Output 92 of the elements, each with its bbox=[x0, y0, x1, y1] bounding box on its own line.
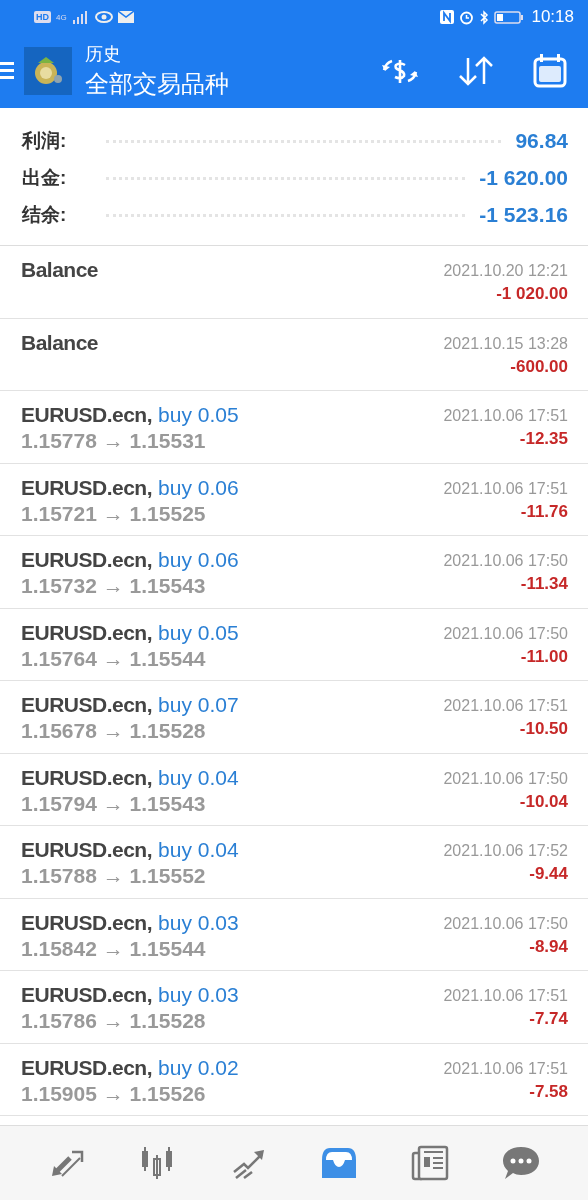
hd-icon: HD bbox=[34, 11, 51, 23]
deal-prices: 1.15678 → 1.15528 bbox=[21, 719, 207, 743]
deal-time: 2021.10.06 17:50 bbox=[443, 769, 568, 788]
deal-prices: 1.15794 → 1.15543 bbox=[21, 791, 207, 816]
summary-value: -1 523.16 bbox=[479, 202, 568, 227]
clock-time: 10:18 bbox=[531, 7, 574, 27]
bluetooth-icon bbox=[479, 9, 490, 25]
deal-symbol: EURUSD.ecn, bbox=[21, 403, 153, 427]
deal-symbol: EURUSD.ecn, bbox=[21, 983, 153, 1007]
deal-amount: -11.00 bbox=[519, 646, 568, 667]
chat-bubble-icon bbox=[501, 1145, 540, 1181]
deal-time: 2021.10.06 17:51 bbox=[443, 1059, 568, 1078]
deal-time: 2021.10.06 17:52 bbox=[443, 842, 568, 860]
eye-icon bbox=[94, 10, 113, 24]
deal-prices: 1.15788 → 1.15552 bbox=[21, 864, 207, 888]
nfc-icon bbox=[440, 10, 455, 24]
summary-value: -1 620.00 bbox=[479, 165, 568, 190]
deal-symbol: EURUSD.ecn, bbox=[21, 620, 153, 645]
deal-side-volume: buy 0.03 bbox=[158, 910, 239, 935]
deal-side-volume: buy 0.05 bbox=[158, 620, 239, 645]
deal-row[interactable]: EURUSD.ecn, buy 0.03 1.15786 → 1.15528 2021.10.06 17:51 -7.74 bbox=[0, 971, 588, 1044]
deal-amount: -10.04 bbox=[518, 791, 568, 812]
deal-row[interactable]: Balance 2021.10.15 13:28 -600.00 bbox=[0, 318, 588, 391]
deal-side-volume: buy 0.05 bbox=[158, 403, 239, 427]
deal-side-volume: buy 0.04 bbox=[158, 838, 239, 862]
deal-amount: -11.34 bbox=[519, 574, 568, 594]
menu-icon[interactable] bbox=[0, 60, 14, 82]
deal-side-volume: buy 0.04 bbox=[158, 765, 239, 790]
deal-row[interactable]: EURUSD.ecn, buy 0.04 1.15788 → 1.15552 2021.10.06 17:52 -9.44 bbox=[0, 826, 588, 899]
deal-row[interactable]: EURUSD.ecn, buy 0.06 1.15732 → 1.15543 2021.10.06 17:50 -11.34 bbox=[0, 536, 588, 609]
signal-icon bbox=[71, 10, 90, 24]
deal-time: 2021.10.06 17:50 bbox=[443, 914, 568, 933]
deal-side-volume: buy 0.06 bbox=[158, 548, 239, 572]
app-logo-icon bbox=[24, 47, 72, 95]
deal-time: 2021.10.06 17:51 bbox=[443, 479, 568, 498]
deal-prices: 1.15764 → 1.15544 bbox=[21, 646, 207, 671]
deal-prices: 1.15732 → 1.15543 bbox=[21, 574, 207, 598]
network-type: 4G bbox=[56, 12, 67, 22]
deal-amount: -8.94 bbox=[528, 936, 568, 957]
deal-row[interactable]: EURUSD.ecn, buy 0.07 1.15678 → 1.15528 2021.10.06 17:51 -10.50 bbox=[0, 681, 588, 754]
deal-symbol: EURUSD.ecn, bbox=[21, 693, 153, 717]
deal-side-volume: buy 0.02 bbox=[158, 1055, 239, 1080]
summary-value: 96.84 bbox=[515, 128, 568, 153]
deal-amount: -7.74 bbox=[528, 1009, 568, 1029]
deal-row[interactable]: EURUSD.ecn, buy 0.05 1.15764 → 1.15544 2021.10.06 17:50 -11.00 bbox=[0, 608, 588, 681]
alarm-icon bbox=[459, 9, 475, 25]
deal-amount: -7.58 bbox=[528, 1081, 568, 1102]
deal-symbol: EURUSD.ecn, bbox=[21, 1055, 153, 1080]
deal-side-volume: buy 0.06 bbox=[158, 475, 239, 500]
summary-label: 结余: bbox=[22, 202, 67, 227]
deal-time: 2021.10.06 17:51 bbox=[443, 407, 568, 425]
deal-prices: 1.15842 → 1.15544 bbox=[21, 936, 207, 961]
deal-amount: -10.50 bbox=[518, 719, 568, 739]
deal-title: Balance bbox=[21, 330, 99, 355]
deal-amount: -9.44 bbox=[528, 864, 568, 884]
deal-symbol: EURUSD.ecn, bbox=[21, 910, 153, 935]
summary-label: 出金: bbox=[22, 165, 67, 190]
deal-row[interactable]: EURUSD.ecn, buy 0.02 1.15905 → 1.15526 2021.10.06 17:51 -7.58 bbox=[0, 1043, 588, 1116]
deal-prices: 1.15786 → 1.15528 bbox=[21, 1009, 207, 1033]
calendar-icon[interactable] bbox=[532, 53, 568, 89]
deal-row[interactable]: EURUSD.ecn, buy 0.03 1.15842 → 1.15544 2021.10.06 17:50 -8.94 bbox=[0, 898, 588, 971]
deal-symbol: EURUSD.ecn, bbox=[21, 765, 153, 790]
summary-label: 利润: bbox=[22, 128, 67, 153]
inbox-tray-icon bbox=[320, 1146, 359, 1180]
deal-time: 2021.10.06 17:51 bbox=[443, 987, 568, 1005]
deal-row[interactable]: EURUSD.ecn, buy 0.04 1.15794 → 1.15543 2021.10.06 17:50 -10.04 bbox=[0, 753, 588, 826]
deal-prices: 1.15905 → 1.15526 bbox=[21, 1081, 207, 1106]
deal-amount: -11.76 bbox=[519, 501, 568, 522]
deal-amount: -1 020.00 bbox=[495, 284, 568, 304]
newspaper-icon bbox=[410, 1145, 449, 1181]
deal-title: Balance bbox=[21, 258, 99, 282]
deal-row[interactable]: EURUSD.ecn, buy 0.05 1.15778 → 1.15531 2021.10.06 17:51 -12.35 bbox=[0, 391, 588, 464]
deal-row[interactable]: EURUSD.ecn, buy 0.06 1.15721 → 1.15525 2021.10.06 17:51 -11.76 bbox=[0, 463, 588, 536]
screen-title: 历史 bbox=[85, 43, 122, 66]
deal-symbol: EURUSD.ecn, bbox=[21, 548, 153, 572]
deal-time: 2021.10.20 12:21 bbox=[443, 262, 568, 280]
deal-prices: 1.15778 → 1.15531 bbox=[21, 429, 207, 453]
symbol-filter-title[interactable]: 全部交易品种 bbox=[85, 68, 380, 100]
deal-prices: 1.15721 → 1.15525 bbox=[21, 501, 207, 526]
deal-time: 2021.10.06 17:50 bbox=[443, 624, 568, 643]
battery-icon bbox=[494, 10, 525, 24]
deal-time: 2021.10.15 13:28 bbox=[443, 334, 568, 353]
deal-side-volume: buy 0.07 bbox=[158, 693, 239, 717]
deal-side-volume: buy 0.03 bbox=[158, 983, 239, 1007]
mail-icon bbox=[117, 11, 134, 23]
deal-time: 2021.10.06 17:50 bbox=[443, 552, 568, 570]
deal-symbol: EURUSD.ecn, bbox=[21, 475, 153, 500]
deal-row[interactable]: Balance 2021.10.20 12:21 -1 020.00 bbox=[0, 246, 588, 319]
deal-amount: -12.35 bbox=[518, 429, 568, 449]
deal-time: 2021.10.06 17:51 bbox=[443, 697, 568, 715]
deal-amount: -600.00 bbox=[509, 356, 568, 377]
deal-symbol: EURUSD.ecn, bbox=[21, 838, 153, 862]
